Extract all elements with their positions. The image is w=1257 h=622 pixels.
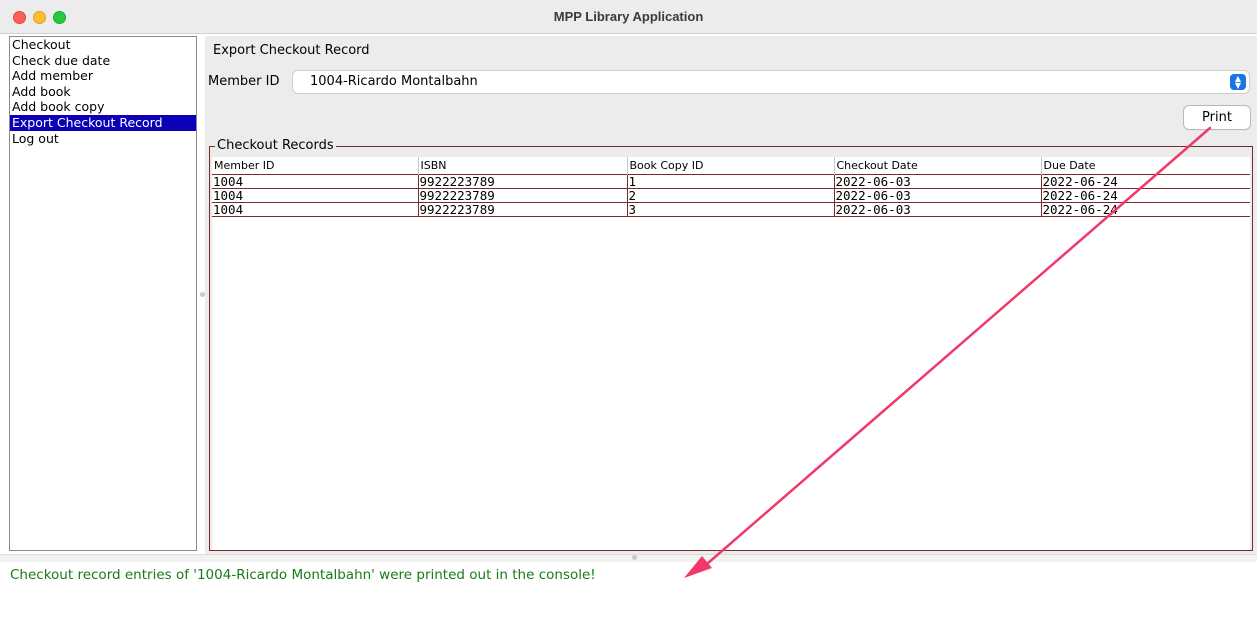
- table-row[interactable]: 1004 9922223789 3 2022-06-03 2022-06-24: [212, 202, 1250, 217]
- cell-checkout-date: 2022-06-03: [833, 202, 1041, 217]
- title-bar: MPP Library Application: [0, 0, 1257, 34]
- cell-member-id: 1004: [212, 202, 418, 217]
- column-header-due-date[interactable]: Due Date: [1040, 157, 1250, 174]
- window-title: MPP Library Application: [553, 9, 704, 24]
- column-header-checkout-date[interactable]: Checkout Date: [833, 157, 1041, 174]
- cell-member-id: 1004: [212, 173, 418, 189]
- table-header-row: Member ID ISBN Book Copy ID Checkout Dat…: [212, 157, 1250, 174]
- cell-book-copy-id: 1: [626, 173, 834, 189]
- status-divider: [0, 554, 1257, 562]
- table-row[interactable]: 1004 9922223789 1 2022-06-03 2022-06-24: [212, 173, 1250, 189]
- checkout-records-table: Member ID ISBN Book Copy ID Checkout Dat…: [212, 157, 1250, 217]
- cell-isbn: 9922223789: [417, 188, 627, 203]
- member-id-select[interactable]: 1004-Ricardo Montalbahn ▲ ▼: [293, 71, 1249, 93]
- cell-book-copy-id: 3: [626, 202, 834, 217]
- table-row[interactable]: 1004 9922223789 2 2022-06-03 2022-06-24: [212, 188, 1250, 203]
- column-header-isbn[interactable]: ISBN: [417, 157, 627, 174]
- panel-title: Export Checkout Record: [213, 43, 370, 58]
- select-updown-icon: ▲ ▼: [1230, 74, 1246, 90]
- member-id-selected-value: 1004-Ricardo Montalbahn: [310, 74, 478, 89]
- cell-book-copy-id: 2: [626, 188, 834, 203]
- cell-checkout-date: 2022-06-03: [833, 173, 1041, 189]
- cell-due-date: 2022-06-24: [1040, 173, 1250, 189]
- cell-due-date: 2022-06-24: [1040, 188, 1250, 203]
- sidebar-item-add-book[interactable]: Add book: [10, 84, 196, 100]
- sidebar-item-checkout[interactable]: Checkout: [10, 37, 196, 53]
- cell-isbn: 9922223789: [417, 173, 627, 189]
- print-button[interactable]: Print: [1184, 106, 1250, 129]
- checkout-records-table-area[interactable]: Member ID ISBN Book Copy ID Checkout Dat…: [212, 157, 1250, 550]
- sidebar-menu: Checkout Check due date Add member Add b…: [9, 36, 197, 551]
- export-panel: Export Checkout Record Member ID 1004-Ri…: [205, 36, 1257, 554]
- sidebar-item-add-book-copy[interactable]: Add book copy: [10, 99, 196, 115]
- sidebar-item-log-out[interactable]: Log out: [10, 131, 196, 147]
- checkout-records-title: Checkout Records: [215, 138, 336, 153]
- cell-checkout-date: 2022-06-03: [833, 188, 1041, 203]
- checkout-records-group: Checkout Records Member ID ISBN Book Cop…: [209, 138, 1253, 551]
- cell-isbn: 9922223789: [417, 202, 627, 217]
- cell-due-date: 2022-06-24: [1040, 202, 1250, 217]
- status-message: Checkout record entries of '1004-Ricardo…: [10, 567, 596, 583]
- sidebar-item-export-checkout-record[interactable]: Export Checkout Record: [10, 114, 196, 131]
- cell-member-id: 1004: [212, 188, 418, 203]
- sidebar-item-add-member[interactable]: Add member: [10, 68, 196, 84]
- sidebar-item-check-due-date[interactable]: Check due date: [10, 53, 196, 69]
- column-header-book-copy-id[interactable]: Book Copy ID: [626, 157, 834, 174]
- status-divider-handle[interactable]: [632, 555, 637, 560]
- member-id-label: Member ID: [208, 74, 280, 89]
- column-header-member-id[interactable]: Member ID: [212, 157, 418, 174]
